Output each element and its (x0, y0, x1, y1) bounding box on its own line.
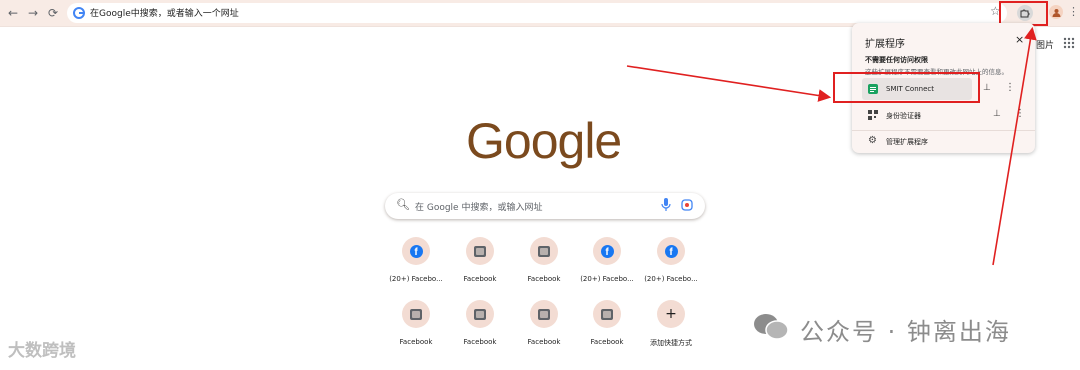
close-icon[interactable]: × (1015, 33, 1024, 46)
qr-authenticator-icon (868, 110, 878, 120)
shortcut-tile[interactable]: f (20+) Facebo... (641, 237, 705, 297)
search-box[interactable]: 🔍︎ 在 Google 中搜索，或输入网址 (385, 193, 705, 219)
add-icon: + (665, 306, 677, 322)
image-icon (410, 308, 422, 320)
pin-icon[interactable]: ⊥ (993, 109, 1001, 119)
watermark-right: 公众号 · 钟离出海 (800, 318, 1011, 346)
browser-menu-icon[interactable]: ⋮ (1068, 5, 1079, 18)
shortcut-label: Facebook (527, 338, 561, 346)
wechat-icon (754, 314, 789, 340)
microphone-icon[interactable] (661, 198, 671, 212)
shortcut-label: (20+) Facebo... (580, 275, 634, 283)
extension-name: 身份验证器 (886, 112, 921, 120)
apps-grid-icon[interactable] (1063, 37, 1075, 49)
shortcut-tile[interactable]: Facebook (577, 300, 641, 360)
back-icon[interactable]: ← (4, 4, 22, 22)
popup-title: 扩展程序 (865, 39, 905, 50)
gear-icon: ⚙ (868, 135, 877, 146)
arrow-to-smit (626, 65, 832, 102)
profile-avatar-icon[interactable] (1049, 5, 1063, 19)
google-g-icon (73, 7, 85, 19)
shortcut-label: Facebook (527, 275, 561, 283)
permission-heading: 不需要任何访问权限 (865, 56, 928, 64)
manage-extensions-label: 管理扩展程序 (886, 138, 928, 146)
watermark-left: 大数跨境 (8, 341, 76, 361)
image-icon (538, 308, 550, 320)
extension-item-authenticator[interactable]: 身份验证器 ⊥ ⋮ (862, 104, 1027, 126)
forward-icon[interactable]: → (24, 4, 42, 22)
shortcut-tile[interactable]: Facebook (514, 237, 578, 297)
manage-extensions-button[interactable]: ⚙ 管理扩展程序 (862, 133, 1027, 151)
omnibox-text: 在Google中搜索，或者输入一个网址 (90, 9, 239, 19)
images-link[interactable]: 图片 (1036, 38, 1054, 51)
shortcut-label: (20+) Facebo... (389, 275, 443, 283)
shortcut-label: Facebook (463, 338, 497, 346)
shortcut-label: (20+) Facebo... (644, 275, 698, 283)
image-icon (538, 245, 550, 257)
facebook-icon: f (664, 244, 678, 258)
search-placeholder: 在 Google 中搜索，或输入网址 (415, 203, 543, 213)
shortcut-tile[interactable]: Facebook (514, 300, 578, 360)
smit-connect-highlight (833, 72, 980, 103)
address-bar[interactable]: 在Google中搜索，或者输入一个网址 (67, 3, 1007, 23)
shortcut-label: Facebook (399, 338, 433, 346)
more-vert-icon[interactable]: ⋮ (1005, 82, 1015, 93)
shortcut-tile[interactable]: Facebook (450, 300, 514, 360)
facebook-icon: f (600, 244, 614, 258)
google-lens-icon[interactable] (681, 199, 693, 211)
reload-icon[interactable]: ⟳ (44, 4, 62, 22)
shortcut-tile[interactable]: f (20+) Facebo... (577, 237, 641, 297)
shortcut-tile[interactable]: Facebook (450, 237, 514, 297)
image-icon (474, 308, 486, 320)
shortcut-tile[interactable]: f (20+) Facebo... (386, 237, 450, 297)
shortcut-label: Facebook (590, 338, 624, 346)
shortcut-label: 添加快捷方式 (650, 339, 692, 347)
google-logo: Google (466, 113, 622, 169)
more-vert-icon[interactable]: ⋮ (1015, 108, 1025, 119)
image-icon (601, 308, 613, 320)
search-icon: 🔍︎ (396, 198, 410, 211)
facebook-icon: f (409, 244, 423, 258)
divider (852, 130, 1035, 131)
image-icon (474, 245, 486, 257)
shortcut-label: Facebook (463, 275, 497, 283)
pin-icon[interactable]: ⊥ (983, 83, 991, 93)
add-shortcut-button[interactable]: + 添加快捷方式 (641, 300, 705, 360)
shortcut-tile[interactable]: Facebook (386, 300, 450, 360)
